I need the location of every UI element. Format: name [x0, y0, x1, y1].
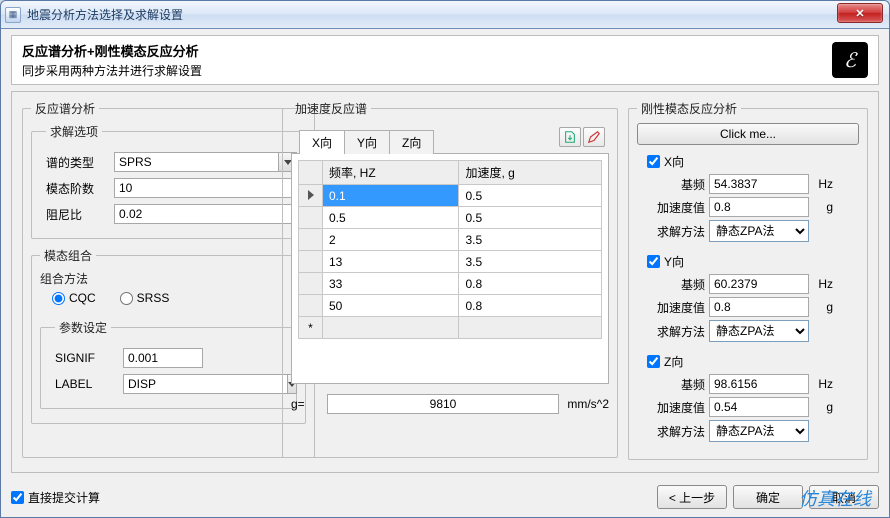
table-row[interactable]: 133.5 — [299, 251, 602, 273]
solve-options-legend: 求解选项 — [46, 123, 102, 140]
radio-srss[interactable]: SRSS — [120, 291, 170, 305]
hz-unit: Hz — [809, 177, 833, 191]
response-spectrum-group: 反应谱分析 求解选项 谱的类型 模态阶数 — [22, 100, 315, 458]
table-row[interactable]: 0.10.5 — [299, 185, 602, 207]
logo-icon: ℰ — [832, 42, 868, 78]
z-enable-check[interactable] — [647, 355, 660, 368]
y-acc-label: 加速度值 — [647, 299, 709, 316]
label-input[interactable] — [123, 374, 288, 394]
direct-submit-check[interactable]: 直接提交计算 — [11, 489, 100, 506]
mode-order-label: 模态阶数 — [46, 180, 110, 197]
damping-input[interactable] — [114, 204, 297, 224]
tab-z[interactable]: Z向 — [389, 130, 434, 154]
param-legend: 参数设定 — [55, 319, 111, 336]
window-title: 地震分析方法选择及求解设置 — [27, 6, 183, 23]
y-method-select[interactable]: 静态ZPA法 — [709, 320, 809, 342]
table-row[interactable]: 0.50.5 — [299, 207, 602, 229]
y-basefreq-label: 基频 — [647, 276, 709, 293]
x-hdr: X向 — [664, 153, 684, 170]
g-input[interactable] — [327, 394, 559, 414]
y-method-label: 求解方法 — [647, 323, 709, 340]
accel-spectrum-legend: 加速度反应谱 — [291, 100, 371, 117]
x-enable-check[interactable] — [647, 155, 660, 168]
y-basefreq-input[interactable] — [709, 274, 809, 294]
combo-method-group: 组合方法 CQC SRSS — [40, 270, 297, 313]
x-basefreq-label: 基频 — [647, 176, 709, 193]
app-icon: ▦ — [5, 7, 21, 23]
rigid-mode-group: 刚性模态反应分析 Click me... X向 基频Hz 加速度值g 求解方法静… — [628, 100, 868, 460]
import-icon[interactable] — [559, 127, 581, 147]
y-enable-check[interactable] — [647, 255, 660, 268]
header-box: 反应谱分析+刚性模态反应分析 同步采用两种方法并进行求解设置 ℰ — [11, 35, 879, 85]
signif-label: SIGNIF — [55, 351, 119, 365]
click-me-button[interactable]: Click me... — [637, 123, 859, 145]
param-group: 参数设定 SIGNIF LABEL — [40, 319, 297, 409]
combo-method-label: 组合方法 — [40, 270, 88, 287]
z-basefreq-label: 基频 — [647, 376, 709, 393]
titlebar: ▦ 地震分析方法选择及求解设置 ✕ — [1, 1, 889, 29]
y-hdr: Y向 — [664, 253, 684, 270]
mode-combo-legend: 模态组合 — [40, 247, 96, 264]
g-label: g= — [291, 397, 327, 411]
accel-spectrum-group: 加速度反应谱 X向 Y向 Z向 — [282, 100, 618, 458]
close-icon: ✕ — [855, 7, 864, 20]
table-row[interactable]: 23.5 — [299, 229, 602, 251]
ok-button[interactable]: 确定 — [733, 485, 803, 509]
z-basefreq-input[interactable] — [709, 374, 809, 394]
solve-options-group: 求解选项 谱的类型 模态阶数 — [31, 123, 306, 239]
table-row[interactable]: 330.8 — [299, 273, 602, 295]
tab-x[interactable]: X向 — [299, 130, 345, 154]
z-method-label: 求解方法 — [647, 423, 709, 440]
label-label: LABEL — [55, 377, 119, 391]
mode-combo-group: 模态组合 组合方法 CQC SRSS 参数设定 SIGNIF — [31, 247, 306, 424]
x-basefreq-input[interactable] — [709, 174, 809, 194]
x-method-select[interactable]: 静态ZPA法 — [709, 220, 809, 242]
z-hdr: Z向 — [664, 353, 683, 370]
table-row-new[interactable]: * — [299, 317, 602, 339]
spectrum-type-label: 谱的类型 — [46, 154, 110, 171]
page-title: 反应谱分析+刚性模态反应分析 — [22, 41, 202, 60]
radio-cqc[interactable]: CQC — [52, 291, 96, 305]
spectrum-type-input[interactable] — [114, 152, 279, 172]
g-unit: mm/s^2 — [559, 397, 609, 411]
y-acc-input[interactable] — [709, 297, 809, 317]
signif-input[interactable] — [123, 348, 203, 368]
x-acc-input[interactable] — [709, 197, 809, 217]
edit-icon[interactable] — [583, 127, 605, 147]
z-acc-input[interactable] — [709, 397, 809, 417]
page-subtitle: 同步采用两种方法并进行求解设置 — [22, 62, 202, 79]
z-acc-label: 加速度值 — [647, 399, 709, 416]
close-button[interactable]: ✕ — [837, 3, 883, 23]
mode-order-input[interactable] — [114, 178, 297, 198]
x-method-label: 求解方法 — [647, 223, 709, 240]
cancel-button[interactable]: 取消 — [809, 485, 879, 509]
g-unit: g — [809, 200, 833, 214]
tab-y[interactable]: Y向 — [344, 130, 390, 154]
x-acc-label: 加速度值 — [647, 199, 709, 216]
rigid-mode-legend: 刚性模态反应分析 — [637, 100, 741, 117]
damping-label: 阻尼比 — [46, 206, 110, 223]
spectrum-grid[interactable]: 频率, HZ加速度, g0.10.50.50.523.5133.5330.850… — [291, 154, 609, 384]
response-spectrum-legend: 反应谱分析 — [31, 100, 99, 117]
table-row[interactable]: 500.8 — [299, 295, 602, 317]
z-method-select[interactable]: 静态ZPA法 — [709, 420, 809, 442]
prev-button[interactable]: < 上一步 — [657, 485, 727, 509]
tab-bar: X向 Y向 Z向 — [291, 127, 609, 154]
